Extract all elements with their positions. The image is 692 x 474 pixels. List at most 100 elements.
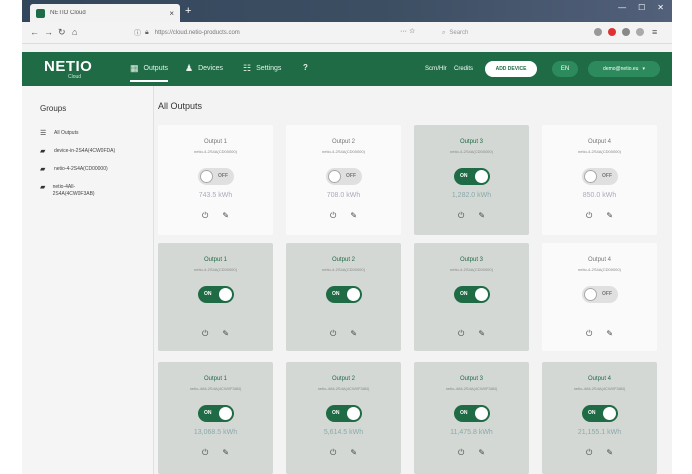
power-cycle-icon[interactable]: ⏻	[586, 211, 592, 221]
browser-menu-icon[interactable]: ≡	[652, 27, 657, 37]
toggle-state-label: OFF	[602, 291, 612, 297]
nav-outputs[interactable]: ▦ Outputs	[130, 63, 169, 82]
reload-icon[interactable]: ↻	[58, 27, 66, 38]
output-toggle[interactable]: ON	[454, 286, 490, 303]
edit-icon[interactable]: ✎	[350, 448, 357, 458]
browser-search-input[interactable]: ⌕ Search	[442, 26, 582, 40]
edit-icon[interactable]: ✎	[606, 211, 613, 221]
sidebar-item-group[interactable]: ▰ device-in-2S4A(4CW0FDA)	[40, 148, 150, 155]
energy-value: 708.0 kWh	[326, 192, 361, 199]
toggle-knob	[584, 170, 597, 183]
add-device-button[interactable]: ADD DEVICE	[485, 61, 537, 77]
edit-icon[interactable]: ✎	[222, 448, 229, 458]
edit-icon[interactable]: ✎	[606, 448, 613, 458]
header-link[interactable]: Scrn/Hlr	[425, 66, 447, 72]
devices-icon: ♟	[185, 63, 194, 73]
toggle-knob	[328, 170, 341, 183]
edit-icon[interactable]: ✎	[478, 329, 485, 339]
sidebar-item-group[interactable]: ▰ netio-4-2S4A(CD00000)	[40, 166, 150, 173]
nav-outputs-label: Outputs	[143, 65, 169, 72]
edit-icon[interactable]: ✎	[478, 448, 485, 458]
card-actions: ⏻ ✎	[286, 448, 401, 458]
edit-icon[interactable]: ✎	[478, 211, 485, 221]
forward-icon[interactable]: →	[44, 27, 53, 37]
output-title: Output 2	[331, 257, 355, 263]
card-actions: ⏻ ✎	[414, 448, 529, 458]
edit-icon[interactable]: ✎	[222, 211, 229, 221]
power-cycle-icon[interactable]: ⏻	[202, 329, 208, 339]
output-toggle[interactable]: ON	[454, 405, 490, 422]
energy-value: 850.0 kWh	[582, 192, 617, 199]
power-cycle-icon[interactable]: ⏻	[458, 329, 464, 339]
nav-settings[interactable]: ☷ Settings	[243, 63, 281, 80]
output-title: Output 3	[459, 139, 483, 145]
output-card: Output 3 netio-4-2S4A(CD00000) ON ⏻ ✎	[414, 243, 529, 351]
extension-icon[interactable]	[622, 28, 630, 36]
toggle-state-label: ON	[332, 410, 340, 416]
output-toggle[interactable]: ON	[198, 405, 234, 422]
output-card: Output 4 netio-4-2S4A(CD00000) OFF ⏻ ✎	[542, 243, 657, 351]
new-tab-icon[interactable]: +	[185, 5, 191, 17]
output-toggle[interactable]: ON	[198, 286, 234, 303]
help-icon[interactable]: ?	[303, 63, 308, 78]
output-toggle[interactable]: ON	[454, 168, 490, 185]
home-icon[interactable]: ⌂	[72, 27, 77, 37]
address-bar[interactable]: ⓘ 🔒︎ https://cloud.netio-products.com	[134, 26, 424, 40]
power-cycle-icon[interactable]: ⏻	[458, 448, 464, 458]
extension-icon[interactable]	[594, 28, 602, 36]
toggle-knob	[200, 170, 213, 183]
tab-close-icon[interactable]: ×	[169, 9, 174, 18]
output-title: Output 2	[331, 139, 355, 145]
power-cycle-icon[interactable]: ⏻	[458, 211, 464, 221]
output-device: netio-4All-2S4A(4CW0F3AB)	[189, 386, 242, 391]
outputs-icon: ▦	[130, 63, 139, 73]
sidebar-item-all-outputs[interactable]: ☰ All Outputs	[40, 130, 150, 137]
toggle-state-label: ON	[588, 410, 596, 416]
output-toggle[interactable]: OFF	[326, 168, 362, 185]
output-toggle[interactable]: ON	[582, 405, 618, 422]
output-title: Output 2	[331, 376, 355, 382]
credits-link[interactable]: Credits	[454, 66, 473, 72]
power-cycle-icon[interactable]: ⏻	[202, 448, 208, 458]
toggle-knob	[219, 407, 232, 420]
language-button[interactable]: EN	[552, 61, 578, 77]
netio-logo[interactable]: NETIO	[44, 58, 92, 75]
output-toggle[interactable]: OFF	[582, 286, 618, 303]
power-cycle-icon[interactable]: ⏻	[330, 448, 336, 458]
power-cycle-icon[interactable]: ⏻	[586, 448, 592, 458]
card-actions: ⏻ ✎	[286, 329, 401, 339]
user-menu-button[interactable]: demo@netio.eu ▾	[588, 61, 660, 77]
output-card: Output 2 netio-4-2S4A(CD00000) ON ⏻ ✎	[286, 243, 401, 351]
output-toggle[interactable]: OFF	[198, 168, 234, 185]
sidebar-item-group[interactable]: ▰ netio-4All-2S4A(4CW0F3AB)	[40, 184, 106, 198]
chevron-down-icon: ▾	[642, 66, 645, 72]
output-card: Output 2 netio-4All-2S4A(4CW0F3AB) ON 5,614…	[286, 362, 401, 474]
output-toggle[interactable]: OFF	[582, 168, 618, 185]
toggle-state-label: ON	[460, 410, 468, 416]
maximize-icon[interactable]: ☐	[638, 3, 645, 12]
toggle-knob	[347, 407, 360, 420]
edit-icon[interactable]: ✎	[350, 329, 357, 339]
edit-icon[interactable]: ✎	[222, 329, 229, 339]
output-toggle[interactable]: ON	[326, 286, 362, 303]
power-cycle-icon[interactable]: ⏻	[586, 329, 592, 339]
page-actions-icon[interactable]: ··· ☆	[400, 27, 415, 35]
edit-icon[interactable]: ✎	[350, 211, 357, 221]
output-card: Output 3 netio-4All-2S4A(4CW0F3AB) ON 11,47…	[414, 362, 529, 474]
toggle-knob	[219, 288, 232, 301]
minimize-icon[interactable]: —	[618, 3, 626, 12]
power-cycle-icon[interactable]: ⏻	[202, 211, 208, 221]
output-title: Output 3	[459, 257, 483, 263]
power-cycle-icon[interactable]: ⏻	[330, 329, 336, 339]
browser-tab[interactable]: NETIO Cloud ×	[30, 4, 180, 22]
edit-icon[interactable]: ✎	[606, 329, 613, 339]
output-toggle[interactable]: ON	[326, 405, 362, 422]
extension-icon[interactable]	[608, 28, 616, 36]
extension-icon[interactable]	[636, 28, 644, 36]
back-icon[interactable]: ←	[30, 27, 39, 37]
window-close-icon[interactable]: ✕	[657, 3, 664, 12]
output-device: netio-4-2S4A(CD00000)	[194, 149, 237, 154]
power-cycle-icon[interactable]: ⏻	[330, 211, 336, 221]
nav-devices[interactable]: ♟ Devices	[185, 63, 223, 80]
toggle-state-label: OFF	[218, 173, 228, 179]
